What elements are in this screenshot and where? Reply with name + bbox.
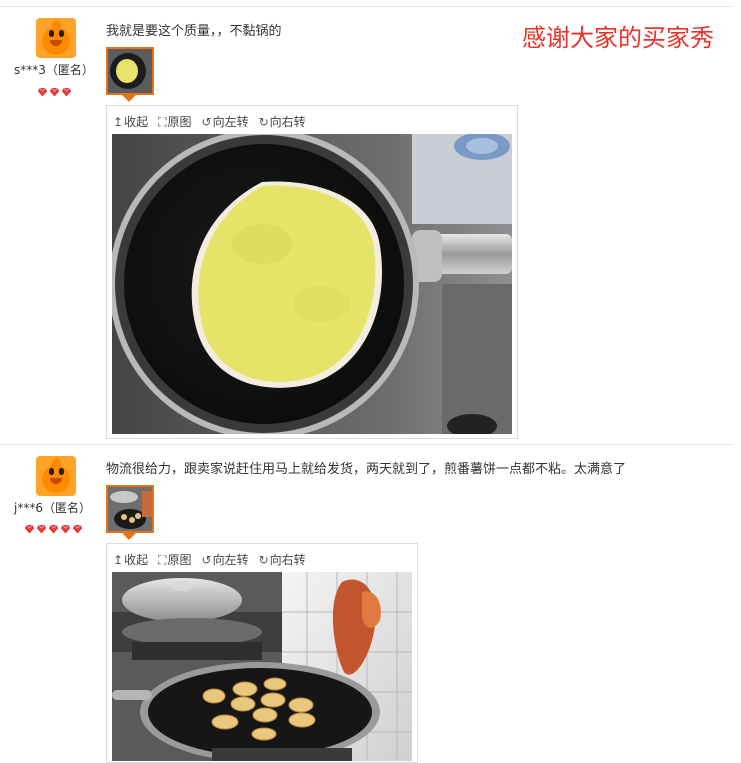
review-photo (112, 134, 512, 434)
review-photo (112, 572, 412, 761)
rotate-left-icon: ↺ (201, 553, 212, 567)
heart-gem-icon (24, 524, 35, 534)
user-rank-badge (37, 82, 73, 97)
photo-thumbnail[interactable] (106, 485, 154, 533)
user-rank-badge (24, 519, 84, 534)
arrow-up-icon: ↥ (113, 553, 124, 567)
original-image-button[interactable]: ⛶原图 (158, 551, 191, 568)
heart-gem-icon (48, 524, 59, 534)
thumbnail-pointer (122, 533, 136, 540)
rotate-right-button[interactable]: ↻向右转 (259, 551, 306, 568)
thumbnail-pointer (122, 95, 136, 102)
rotate-left-button[interactable]: ↺向左转 (202, 113, 249, 130)
original-image-button[interactable]: ⛶原图 (158, 113, 191, 130)
expand-icon: ⛶ (158, 115, 167, 129)
review-text: 我就是要这个质量，，不黏锅的 (106, 24, 282, 39)
arrow-up-icon: ↥ (113, 115, 124, 129)
heart-gem-icon (60, 524, 71, 534)
photo-viewer: ↥收起 ⛶原图 ↺向左转 ↻向右转 (106, 543, 418, 763)
review-divider (0, 444, 732, 445)
heart-gem-icon (61, 87, 72, 97)
heart-gem-icon (36, 524, 47, 534)
avatar[interactable] (36, 456, 76, 496)
photo-toolbar: ↥收起 ⛶原图 ↺向左转 ↻向右转 (113, 551, 316, 567)
user-name: s***3（匿名） (14, 63, 94, 77)
buyer-show-banner: 感谢大家的买家秀 (522, 24, 714, 52)
expand-icon: ⛶ (158, 553, 167, 567)
rotate-right-button[interactable]: ↻向右转 (259, 113, 306, 130)
rotate-left-button[interactable]: ↺向左转 (202, 551, 249, 568)
rotate-left-icon: ↺ (201, 115, 212, 129)
photo-thumbnail[interactable] (106, 47, 154, 95)
heart-gem-icon (49, 87, 60, 97)
photo-toolbar: ↥收起 ⛶原图 ↺向左转 ↻向右转 (113, 113, 316, 129)
heart-gem-icon (37, 87, 48, 97)
heart-gem-icon (72, 524, 83, 534)
avatar[interactable] (36, 18, 76, 58)
top-divider (0, 6, 732, 7)
collapse-button[interactable]: ↥收起 (113, 113, 148, 130)
photo-viewer: ↥收起 ⛶原图 ↺向左转 ↻向右转 (106, 105, 518, 439)
user-name: j***6（匿名） (14, 501, 91, 515)
rotate-right-icon: ↻ (258, 115, 269, 129)
rotate-right-icon: ↻ (258, 553, 269, 567)
review-text: 物流很给力，跟卖家说赶住用马上就给发货，两天就到了，煎番薯饼一点都不粘。太满意了 (106, 462, 627, 477)
collapse-button[interactable]: ↥收起 (113, 551, 148, 568)
